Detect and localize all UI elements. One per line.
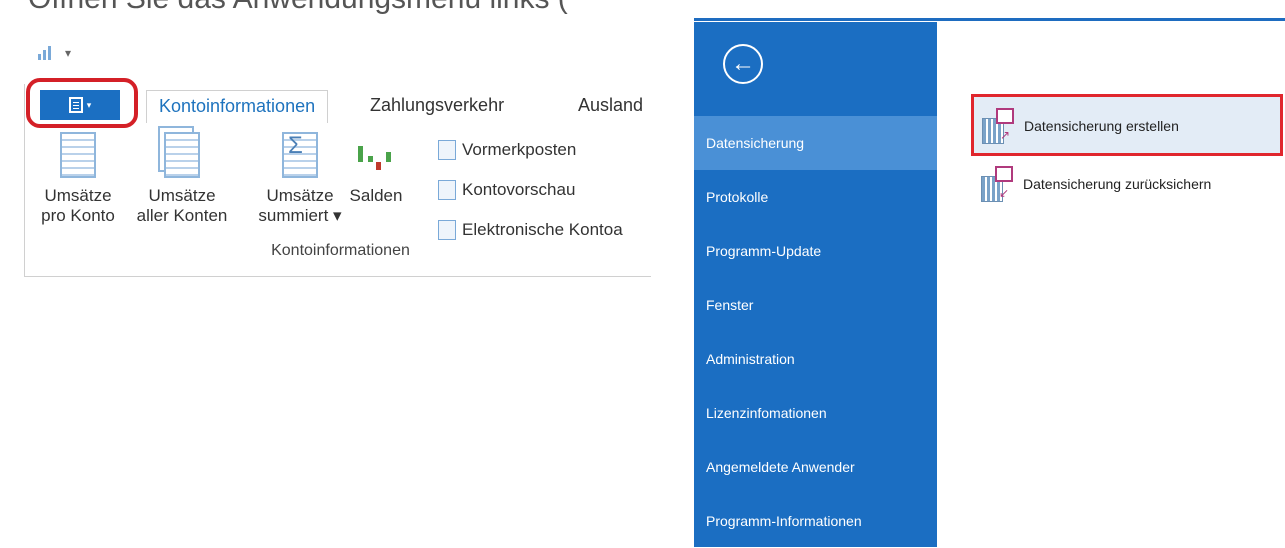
nav-protokolle[interactable]: Protokolle bbox=[694, 170, 937, 224]
salden-button[interactable]: Salden bbox=[346, 132, 406, 206]
ribbon-tab-row: ▾ Kontoinformationen Zahlungsverkehr Aus… bbox=[26, 78, 653, 128]
backstage-content: ↗ Datensicherung erstellen ↙ Datensicher… bbox=[937, 22, 1285, 547]
ribbon-screenshot: Öffnen Sie das Anwendungsmenü links ( ▾ … bbox=[0, 0, 655, 300]
report-icon bbox=[60, 132, 96, 178]
nav-datensicherung[interactable]: Datensicherung bbox=[694, 116, 937, 170]
nav-administration[interactable]: Administration bbox=[694, 332, 937, 386]
backup-restore-icon: ↙ bbox=[979, 164, 1019, 204]
tab-ausland[interactable]: Ausland bbox=[578, 90, 643, 122]
backstage-sidebar: ← Datensicherung Protokolle Programm-Upd… bbox=[694, 22, 937, 547]
ribbon-group-kontoinformationen: Umsätze pro Konto Umsätze aller Konten U… bbox=[28, 124, 653, 274]
tab-kontoinformationen[interactable]: Kontoinformationen bbox=[146, 90, 329, 123]
umsaetze-pro-konto-button[interactable]: Umsätze pro Konto bbox=[28, 132, 128, 226]
nav-angemeldete-anwender[interactable]: Angemeldete Anwender bbox=[694, 440, 937, 494]
umsaetze-summiert-button[interactable]: Umsätze summiert ▾ bbox=[254, 132, 346, 226]
tab-zahlungsverkehr[interactable]: Zahlungsverkehr bbox=[370, 90, 504, 122]
instruction-heading: Öffnen Sie das Anwendungsmenü links ( bbox=[28, 0, 648, 16]
customize-dropdown-icon[interactable]: ▾ bbox=[65, 46, 71, 60]
vormerkposten-button[interactable]: Vormerkposten bbox=[438, 130, 623, 170]
nav-programm-informationen[interactable]: Programm-Informationen bbox=[694, 494, 937, 548]
highlight-box bbox=[971, 94, 1283, 156]
quick-access-toolbar: ▾ bbox=[38, 46, 71, 60]
highlight-circle bbox=[26, 78, 138, 128]
nav-programm-update[interactable]: Programm-Update bbox=[694, 224, 937, 278]
chart-icon[interactable] bbox=[38, 46, 51, 60]
nav-lizenzinformationen[interactable]: Lizenzinfomationen bbox=[694, 386, 937, 440]
balance-chart-icon bbox=[354, 132, 398, 178]
small-buttons: Vormerkposten Kontovorschau Elektronisch… bbox=[438, 130, 623, 250]
backstage-view: ← Datensicherung Protokolle Programm-Upd… bbox=[694, 18, 1285, 547]
kontovorschau-button[interactable]: Kontovorschau bbox=[438, 170, 623, 210]
multi-report-icon bbox=[164, 132, 200, 178]
back-arrow-icon[interactable]: ← bbox=[723, 44, 763, 84]
pdf-statement-icon bbox=[438, 220, 456, 240]
preview-map-icon bbox=[438, 180, 456, 200]
pending-items-icon bbox=[438, 140, 456, 160]
sum-report-icon bbox=[282, 132, 318, 178]
top-border bbox=[694, 18, 1285, 21]
datensicherung-zuruecksichern-button[interactable]: ↙ Datensicherung zurücksichern bbox=[973, 164, 1211, 204]
nav-fenster[interactable]: Fenster bbox=[694, 278, 937, 332]
group-label: Kontoinformationen bbox=[271, 242, 410, 259]
umsaetze-aller-konten-button[interactable]: Umsätze aller Konten bbox=[126, 132, 238, 226]
